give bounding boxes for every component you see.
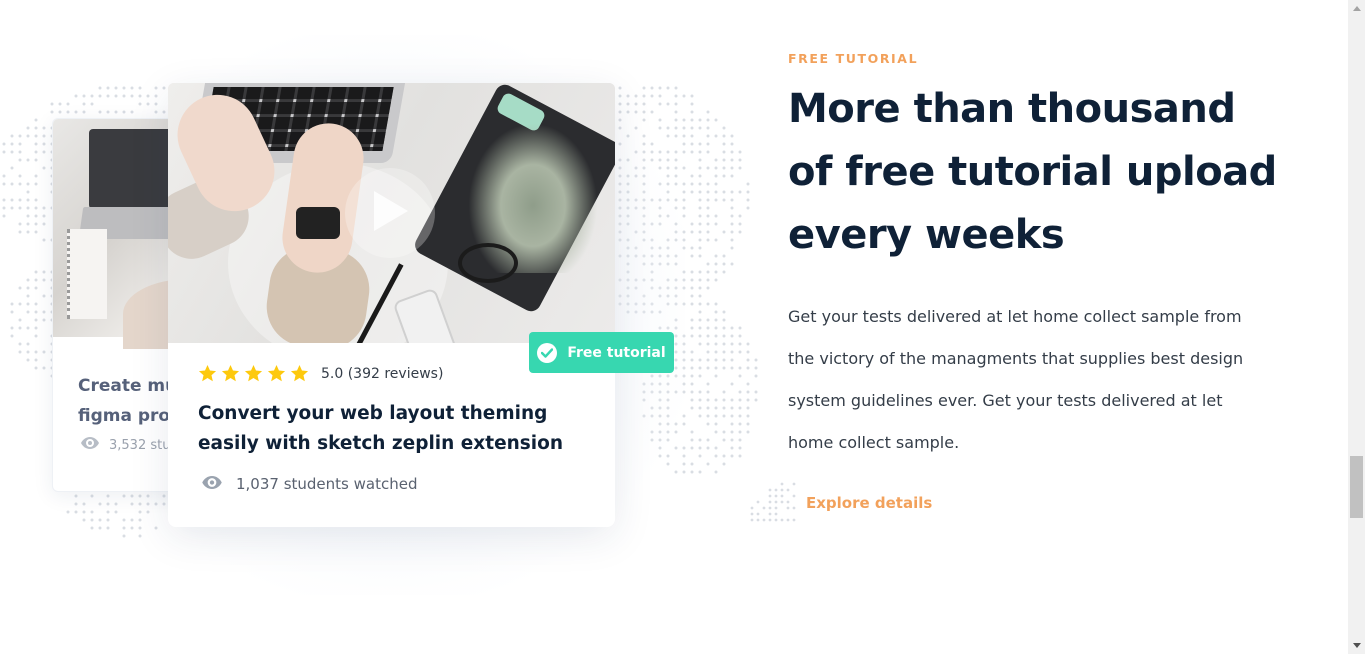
star-icon [290,364,309,382]
star-icon [244,364,263,382]
play-button[interactable] [345,168,435,258]
card-back-views: 3,532 stu [109,437,171,453]
explore-details-link[interactable]: Explore details [806,494,932,512]
card-front-thumbnail [168,83,615,343]
tutorial-card-front[interactable]: Free tutorial 5.0 (392 reviews) Convert … [168,83,674,527]
star-icon [221,364,240,382]
free-tutorial-badge: Free tutorial [529,332,674,373]
check-circle-icon [537,342,558,363]
star-icon [198,364,217,382]
card-front-views: 1,037 students watched [236,475,418,493]
badge-label: Free tutorial [567,344,666,361]
section-body: Get your tests delivered at let home col… [788,307,1244,452]
page-viewport: Create mu figma prot 3,532 stu Free tuto… [0,0,1348,654]
rating: 5.0 (392 reviews) [198,364,443,383]
card-back-meta: 3,532 stu [81,437,170,453]
vertical-scrollbar[interactable] [1348,0,1365,654]
eye-icon [202,475,222,493]
star-icon [267,364,286,382]
card-front-title[interactable]: Convert your web layout theming easily w… [198,399,598,459]
section-headline: More than thousand of free tutorial uplo… [788,86,1277,258]
scrollbar-thumb[interactable] [1350,456,1363,518]
play-icon [370,189,410,237]
eye-icon [81,437,99,453]
section-eyebrow: FREE TUTORIAL [788,51,919,66]
card-front-meta: 1,037 students watched [202,475,417,493]
rating-text: 5.0 (392 reviews) [321,365,444,382]
scroll-up-icon[interactable] [1348,0,1365,17]
explore-dots-decoration [750,482,796,522]
scroll-down-icon[interactable] [1348,637,1365,654]
